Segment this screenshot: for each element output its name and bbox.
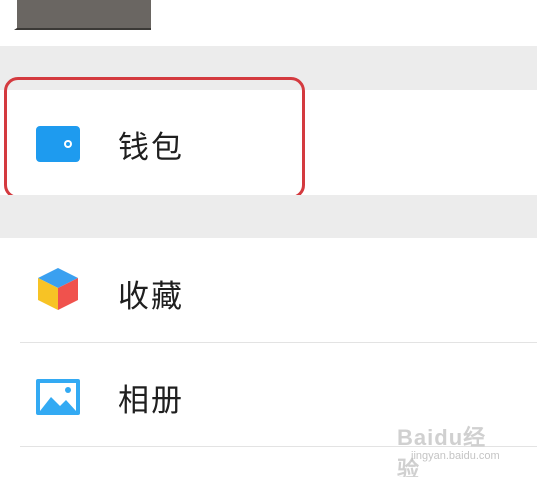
menu-item-wallet[interactable]: 钱包: [0, 90, 537, 195]
menu-item-label: 收藏: [118, 279, 184, 315]
favorites-cube-icon: [38, 268, 78, 310]
profile-header: [0, 0, 537, 46]
menu-item-favorites[interactable]: 收藏: [0, 238, 537, 342]
menu-item-album[interactable]: 相册: [0, 343, 537, 446]
menu-item-partial[interactable]: [0, 447, 537, 477]
section-gap: [0, 46, 537, 90]
wallet-icon: [36, 126, 80, 162]
wechat-me-screen: 钱包 收藏 相册 Baidu经验 jingyan.baidu.com: [0, 0, 537, 477]
section-gap: [0, 195, 537, 238]
profile-photo-image: [17, 0, 151, 28]
menu-item-label: 相册: [118, 383, 184, 419]
profile-photo[interactable]: [14, 0, 151, 30]
menu-item-label: 钱包: [118, 130, 184, 166]
album-icon: [36, 379, 80, 415]
